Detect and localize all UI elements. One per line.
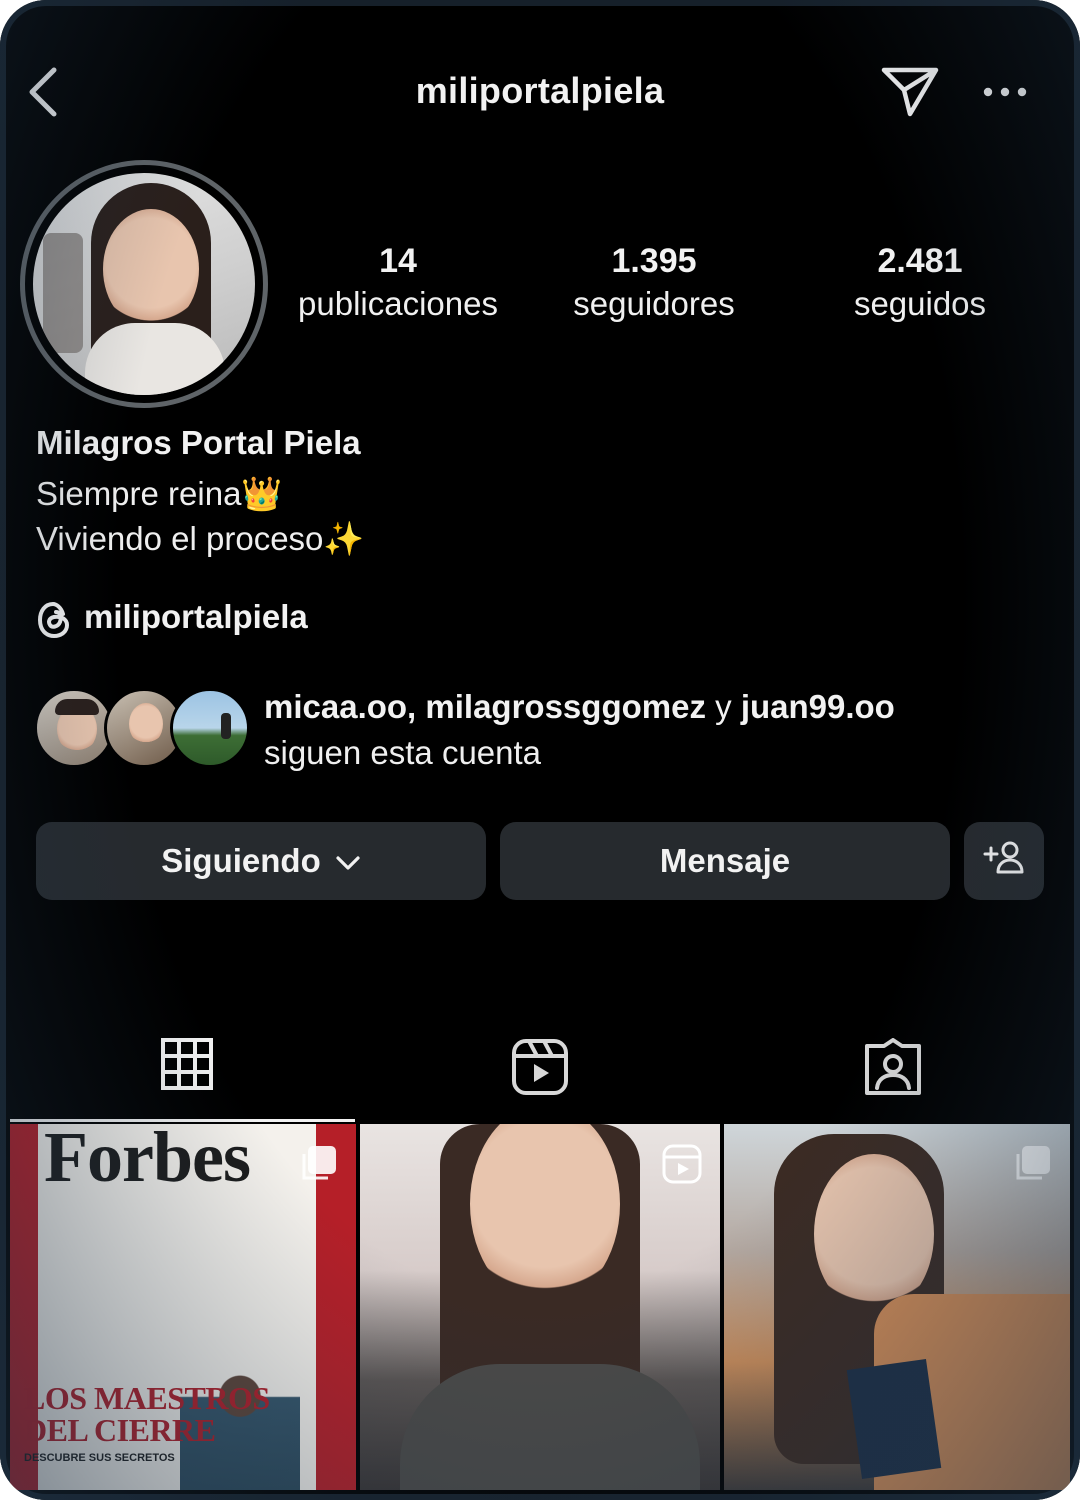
tagged-icon bbox=[864, 1038, 922, 1101]
more-options-icon[interactable] bbox=[980, 70, 1030, 114]
avatar bbox=[34, 688, 114, 768]
posts-count[interactable]: 14 publicaciones bbox=[268, 240, 528, 326]
tab-posts-grid[interactable] bbox=[10, 1028, 363, 1122]
following-label: Siguiendo bbox=[161, 842, 321, 879]
tab-tagged[interactable] bbox=[716, 1028, 1069, 1122]
following-count[interactable]: 2.481 seguidos bbox=[790, 240, 1050, 326]
reels-icon bbox=[511, 1038, 569, 1101]
add-user-icon bbox=[983, 840, 1025, 882]
headline-line: LOS MAESTROS bbox=[24, 1380, 270, 1416]
bio-line: Siempre reina👑 bbox=[36, 475, 283, 512]
carousel-icon bbox=[298, 1144, 338, 1184]
post-thumbnail[interactable]: Forbes LOS MAESTROS DEL CIERRE DESCUBRE … bbox=[10, 1124, 356, 1490]
grid-icon bbox=[160, 1038, 213, 1095]
headline-line: DEL CIERRE bbox=[24, 1412, 216, 1448]
followed-by-subtitle: siguen esta cuenta bbox=[264, 734, 542, 771]
followed-names-part2[interactable]: juan99.oo bbox=[741, 688, 895, 725]
profile-full-name: Milagros Portal Piela bbox=[36, 424, 361, 461]
magazine-subline: DESCUBRE SUS SECRETOS bbox=[24, 1452, 175, 1464]
followed-names-connector: y bbox=[705, 688, 741, 725]
send-icon[interactable] bbox=[880, 64, 942, 120]
top-bar: miliportalpiela bbox=[0, 50, 1080, 140]
message-button[interactable]: Mensaje bbox=[500, 822, 950, 900]
following-button[interactable]: Siguiendo bbox=[36, 822, 486, 900]
suggest-users-button[interactable] bbox=[964, 822, 1044, 900]
stat-label: publicaciones bbox=[298, 285, 498, 322]
followers-count[interactable]: 1.395 seguidores bbox=[524, 240, 784, 326]
reels-icon bbox=[662, 1144, 702, 1184]
threads-handle: miliportalpiela bbox=[84, 598, 308, 635]
followed-by[interactable]: micaa.oo, milagrossggomez y juan99.oo si… bbox=[34, 688, 1054, 778]
avatar-photo bbox=[33, 173, 255, 395]
content-tabs bbox=[10, 1028, 1070, 1122]
chevron-down-icon bbox=[335, 842, 361, 880]
post-thumbnail[interactable] bbox=[360, 1124, 720, 1490]
bio-line: Viviendo el proceso✨ bbox=[36, 520, 365, 557]
threads-icon bbox=[36, 600, 72, 640]
stat-value: 2.481 bbox=[877, 242, 963, 280]
active-tab-indicator bbox=[10, 1119, 355, 1122]
stat-value: 1.395 bbox=[611, 242, 697, 280]
carousel-icon bbox=[1012, 1144, 1052, 1184]
profile-screen: miliportalpiela 14 publicaciones 1.395 s… bbox=[0, 0, 1080, 1500]
stat-label: seguidores bbox=[573, 285, 735, 322]
profile-avatar[interactable] bbox=[20, 160, 268, 408]
stat-label: seguidos bbox=[853, 285, 987, 322]
followed-names-part1[interactable]: micaa.oo, milagrossggomez bbox=[264, 688, 706, 725]
magazine-headline: LOS MAESTROS DEL CIERRE bbox=[24, 1382, 270, 1446]
followed-by-names: micaa.oo, milagrossggomez y juan99.oo bbox=[264, 688, 895, 726]
magazine-title: Forbes bbox=[44, 1124, 251, 1197]
stat-value: 14 bbox=[379, 242, 417, 280]
avatar bbox=[170, 688, 250, 768]
tab-reels[interactable] bbox=[363, 1028, 716, 1122]
post-thumbnail[interactable] bbox=[724, 1124, 1070, 1490]
message-label: Mensaje bbox=[659, 842, 791, 879]
profile-stats: 14 publicaciones 1.395 seguidores 2.481 … bbox=[268, 240, 1068, 340]
